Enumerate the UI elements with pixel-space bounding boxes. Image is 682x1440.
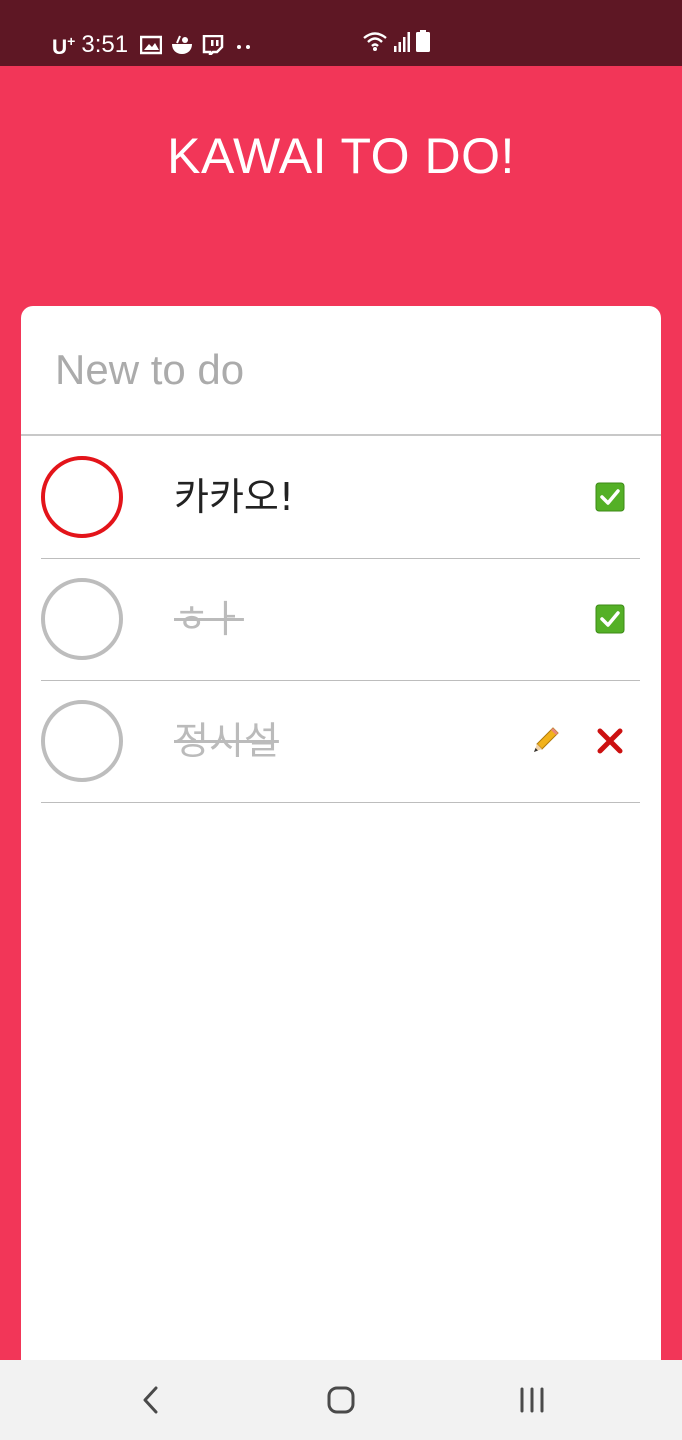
todo-text[interactable]: ㅎㅏ bbox=[174, 595, 244, 643]
status-right-group bbox=[362, 28, 430, 52]
todo-item: 카카오! bbox=[41, 437, 640, 559]
todo-item: ㅎㅏ bbox=[41, 559, 640, 681]
recents-icon[interactable] bbox=[512, 1380, 552, 1420]
wifi-icon bbox=[363, 32, 387, 51]
app-title: KAWAI TO DO! bbox=[167, 128, 515, 184]
twitch-icon bbox=[202, 34, 224, 55]
status-left-group: U+ 3:51 bbox=[52, 27, 264, 62]
toggle-circle-button[interactable] bbox=[41, 578, 123, 660]
check-icon[interactable] bbox=[595, 604, 625, 634]
todo-text[interactable]: 카카오! bbox=[174, 473, 294, 521]
pencil-icon[interactable] bbox=[531, 725, 561, 755]
bowl-icon bbox=[172, 35, 193, 54]
status-bar: U+ 3:51 bbox=[0, 0, 682, 66]
carrier-label: U+ bbox=[52, 33, 76, 59]
home-icon[interactable] bbox=[321, 1380, 361, 1420]
toggle-circle-button[interactable] bbox=[41, 456, 123, 538]
new-todo-input[interactable] bbox=[21, 306, 661, 436]
signal-icon bbox=[394, 32, 410, 52]
todo-list: 카카오! ㅎㅏ 정시설 bbox=[41, 437, 640, 803]
more-dots-icon bbox=[237, 44, 251, 49]
battery-icon bbox=[416, 30, 430, 52]
delete-x-icon[interactable] bbox=[595, 726, 625, 756]
back-icon[interactable] bbox=[131, 1380, 171, 1420]
gallery-icon bbox=[140, 35, 163, 54]
status-time: 3:51 bbox=[81, 30, 129, 58]
todo-item: 정시설 bbox=[41, 681, 640, 803]
check-icon[interactable] bbox=[595, 482, 625, 512]
toggle-circle-button[interactable] bbox=[41, 700, 123, 782]
todo-card: 카카오! ㅎㅏ 정시설 bbox=[21, 306, 661, 1440]
system-nav-bar bbox=[0, 1360, 682, 1440]
todo-text[interactable]: 정시설 bbox=[174, 717, 279, 765]
